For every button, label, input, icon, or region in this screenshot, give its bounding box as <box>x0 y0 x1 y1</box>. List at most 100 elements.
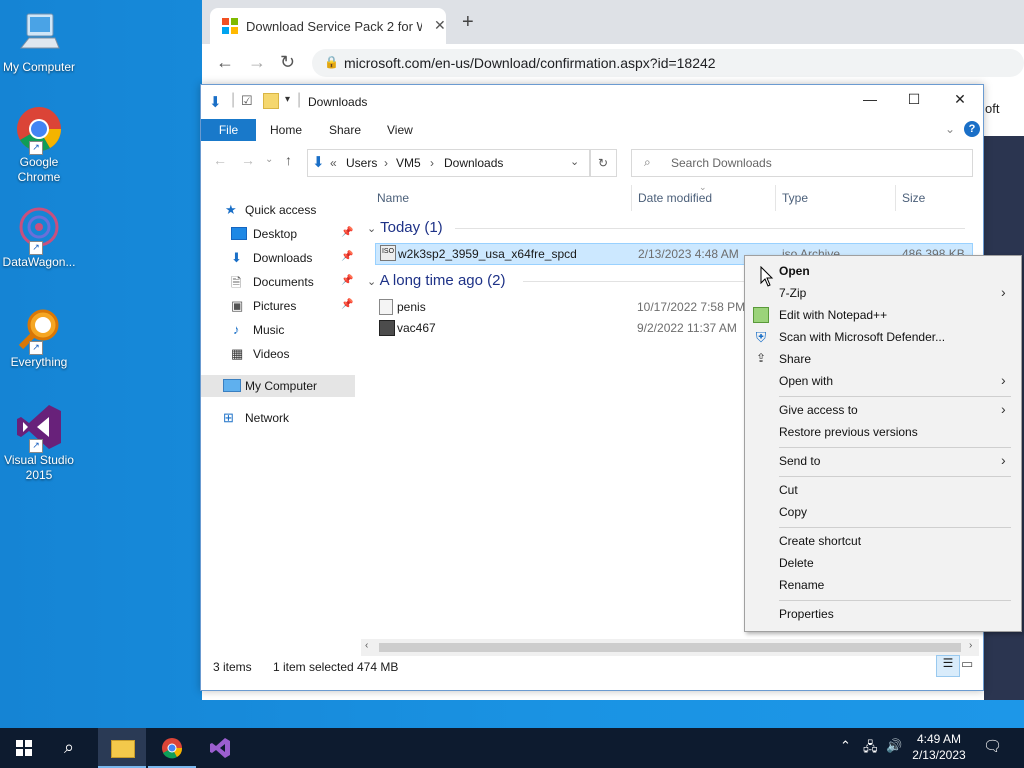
taskbar-file-explorer[interactable] <box>98 728 146 768</box>
nav-item-music[interactable]: ♪ Music <box>201 319 357 341</box>
column-header-type[interactable]: Type <box>782 191 808 205</box>
nav-item-documents[interactable]: 🗎 Documents 📌 <box>201 271 357 293</box>
nav-item-pictures[interactable]: ▣ Pictures 📌 <box>201 295 357 317</box>
pin-icon[interactable]: 📌 <box>341 275 353 286</box>
menu-item-restore-versions[interactable]: Restore previous versions <box>745 421 1021 443</box>
menu-item-properties[interactable]: Properties <box>745 603 1021 625</box>
start-button[interactable] <box>0 728 48 768</box>
breadcrumb-overflow[interactable]: « <box>330 156 337 170</box>
recent-locations-icon[interactable]: ⌄ <box>265 154 273 165</box>
search-box[interactable]: ⌕ Search Downloads <box>631 149 973 177</box>
group-header-today[interactable]: ⌄ Today (1) <box>367 219 967 236</box>
pin-icon[interactable]: 📌 <box>341 251 353 262</box>
nav-item-quick-access[interactable]: ★ Quick access <box>201 199 357 221</box>
nav-item-videos[interactable]: ▦ Videos <box>201 343 357 365</box>
nav-label: Documents <box>253 275 314 289</box>
nav-item-downloads[interactable]: ⬇ Downloads 📌 <box>201 247 357 269</box>
properties-icon[interactable]: ☑ <box>241 93 253 109</box>
forward-button[interactable]: → <box>248 52 266 73</box>
pin-icon[interactable]: 📌 <box>341 227 353 238</box>
nav-item-desktop[interactable]: Desktop 📌 <box>201 223 357 245</box>
address-dropdown-icon[interactable]: ⌄ <box>570 155 579 168</box>
new-tab-button[interactable]: + <box>462 11 474 34</box>
volume-icon[interactable]: 🔊 <box>886 738 902 754</box>
address-bar[interactable]: 🔒 microsoft.com/en-us/Download/confirmat… <box>312 49 1024 77</box>
desktop-icon-visual-studio[interactable]: ↗ Visual Studio 2015 <box>0 403 78 483</box>
search-button[interactable]: ⌕ <box>48 728 96 768</box>
menu-item-create-shortcut[interactable]: Create shortcut <box>745 530 1021 552</box>
tab-home[interactable]: Home <box>270 123 302 137</box>
clock-date: 2/13/2023 <box>912 748 966 762</box>
column-separator[interactable] <box>895 185 896 211</box>
tab-close-icon[interactable]: ✕ <box>434 17 446 34</box>
shortcut-arrow-icon: ↗ <box>29 241 43 255</box>
desktop-icon-datawagon[interactable]: ↗ DataWagon... <box>0 205 78 270</box>
scroll-left-icon[interactable]: ‹ <box>365 640 368 651</box>
column-separator[interactable] <box>631 185 632 211</box>
status-selected: 1 item selected <box>273 660 354 674</box>
taskbar-chrome[interactable] <box>148 728 196 768</box>
menu-item-give-access[interactable]: Give access to › <box>745 399 1021 421</box>
column-header-size[interactable]: Size <box>902 191 925 205</box>
horizontal-scrollbar[interactable]: ‹ › <box>361 639 979 656</box>
search-placeholder: Search Downloads <box>671 156 772 170</box>
minimize-button[interactable]: — <box>847 91 893 107</box>
back-button[interactable]: ← <box>216 52 234 73</box>
column-header-date-modified[interactable]: Date modified <box>638 191 712 205</box>
refresh-button[interactable]: ↻ <box>589 149 617 177</box>
help-icon[interactable]: ? <box>964 121 980 137</box>
desktop-icon-everything[interactable]: ↗ Everything <box>0 305 78 370</box>
close-button[interactable]: ✕ <box>937 91 983 108</box>
breadcrumb-separator: › <box>384 156 388 170</box>
menu-item-copy[interactable]: Copy <box>745 501 1021 523</box>
scroll-right-icon[interactable]: › <box>969 640 972 651</box>
nav-item-my-computer[interactable]: My Computer <box>201 375 355 397</box>
breadcrumb-vm5[interactable]: VM5 <box>396 156 421 170</box>
quick-access-dropdown-icon[interactable]: ▾ <box>285 94 290 105</box>
desktop-icon-label: Google Chrome <box>17 155 61 184</box>
taskbar-visual-studio[interactable] <box>196 728 244 768</box>
back-button[interactable]: ← <box>213 152 227 168</box>
expand-ribbon-icon[interactable]: ⌄ <box>945 122 955 136</box>
menu-item-send-to[interactable]: Send to › <box>745 450 1021 472</box>
breadcrumb-users[interactable]: Users <box>346 156 377 170</box>
menu-item-edit-notepadpp[interactable]: Edit with Notepad++ <box>745 304 1021 326</box>
scrollbar-thumb[interactable] <box>379 643 961 652</box>
desktop-icon-google-chrome[interactable]: ↗ Google Chrome <box>0 105 78 185</box>
network-icon[interactable]: 🖧 <box>863 738 878 760</box>
breadcrumb-downloads[interactable]: Downloads <box>444 156 503 170</box>
show-hidden-icons-icon[interactable]: ⌃ <box>840 738 851 754</box>
downloads-folder-icon: ⬇ <box>312 154 325 171</box>
menu-item-open[interactable]: Open <box>745 260 1021 282</box>
details-view-icon[interactable]: ☰ <box>936 655 960 677</box>
clock[interactable]: 4:49 AM 2/13/2023 <box>906 731 972 763</box>
menu-item-7zip[interactable]: 7-Zip › <box>745 282 1021 304</box>
tab-file[interactable]: File <box>201 119 256 141</box>
desktop-icon-my-computer[interactable]: My Computer <box>0 10 78 75</box>
computer-icon <box>19 13 60 49</box>
browser-tab[interactable]: Download Service Pack 2 for Windows ✕ <box>210 8 446 44</box>
menu-item-share[interactable]: ⇪ Share <box>745 348 1021 370</box>
column-header-name[interactable]: Name <box>377 191 409 205</box>
reload-button[interactable]: ↻ <box>280 52 295 73</box>
column-separator[interactable] <box>775 185 776 211</box>
tab-share[interactable]: Share <box>329 123 361 137</box>
address-box[interactable]: ⬇ « Users › VM5 › Downloads ⌄ <box>307 149 591 177</box>
nav-item-network[interactable]: ⊞ Network <box>201 407 357 429</box>
menu-label: Cut <box>779 483 798 497</box>
maximize-button[interactable]: ☐ <box>891 91 937 108</box>
up-button[interactable]: ↑ <box>285 152 292 168</box>
notifications-icon[interactable]: 🗨 <box>983 737 1002 755</box>
pin-icon[interactable]: 📌 <box>341 299 353 310</box>
forward-button[interactable]: → <box>241 152 255 168</box>
download-arrow-icon[interactable]: ⬇ <box>209 93 222 111</box>
menu-item-delete[interactable]: Delete <box>745 552 1021 574</box>
menu-item-rename[interactable]: Rename <box>745 574 1021 596</box>
menu-item-scan-defender[interactable]: ⛨ Scan with Microsoft Defender... <box>745 326 1021 348</box>
new-folder-icon[interactable] <box>263 93 279 109</box>
explorer-titlebar: ⬇ | ☑ ▾ | Downloads — ☐ ✕ <box>201 85 983 119</box>
menu-item-cut[interactable]: Cut <box>745 479 1021 501</box>
tab-view[interactable]: View <box>387 123 413 137</box>
menu-item-open-with[interactable]: Open with › <box>745 370 1021 392</box>
large-icons-view-icon[interactable]: ▭ <box>961 656 973 672</box>
